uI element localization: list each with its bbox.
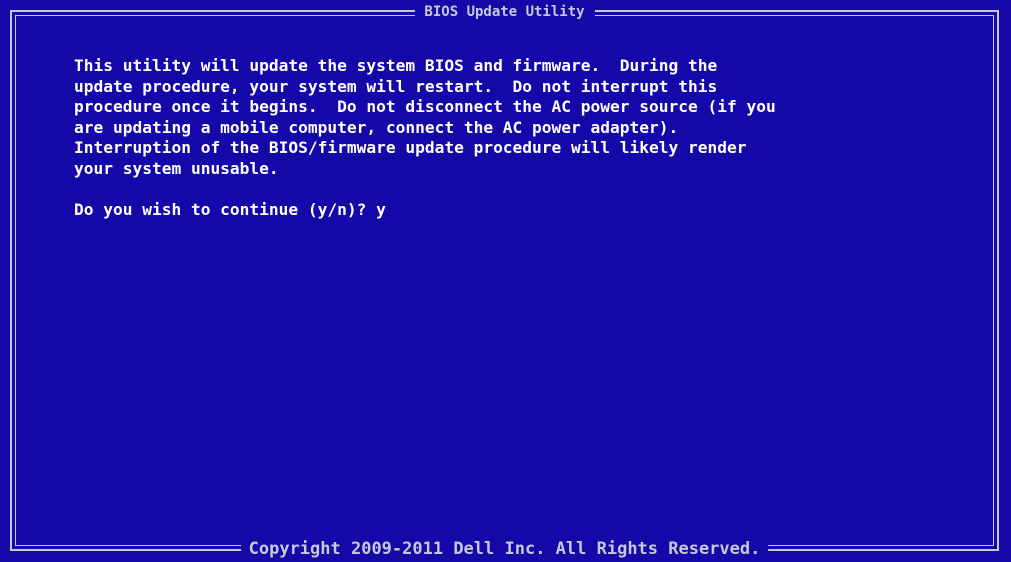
message-line-1: This utility will update the system BIOS… bbox=[74, 56, 718, 75]
continue-question: Do you wish to continue (y/n)? bbox=[74, 199, 377, 219]
message-line-5: Interruption of the BIOS/firmware update… bbox=[74, 138, 747, 157]
warning-message: This utility will update the system BIOS… bbox=[74, 56, 974, 220]
continue-prompt: Do you wish to continue (y/n)? y bbox=[74, 200, 974, 221]
copyright-footer: Copyright 2009-2011 Dell Inc. All Rights… bbox=[240, 539, 769, 559]
message-line-4: are updating a mobile computer, connect … bbox=[74, 117, 679, 137]
bios-screen: BIOS Update Utility This utility will up… bbox=[0, 0, 1011, 562]
utility-title: BIOS Update Utility bbox=[414, 3, 595, 21]
continue-answer-input[interactable]: y bbox=[376, 200, 386, 219]
bios-frame: BIOS Update Utility This utility will up… bbox=[10, 3, 999, 559]
message-line-6: your system unusable. bbox=[74, 158, 279, 178]
message-line-3: procedure once it begins. Do not disconn… bbox=[74, 97, 776, 116]
message-line-2: update procedure, your system will resta… bbox=[74, 76, 718, 96]
